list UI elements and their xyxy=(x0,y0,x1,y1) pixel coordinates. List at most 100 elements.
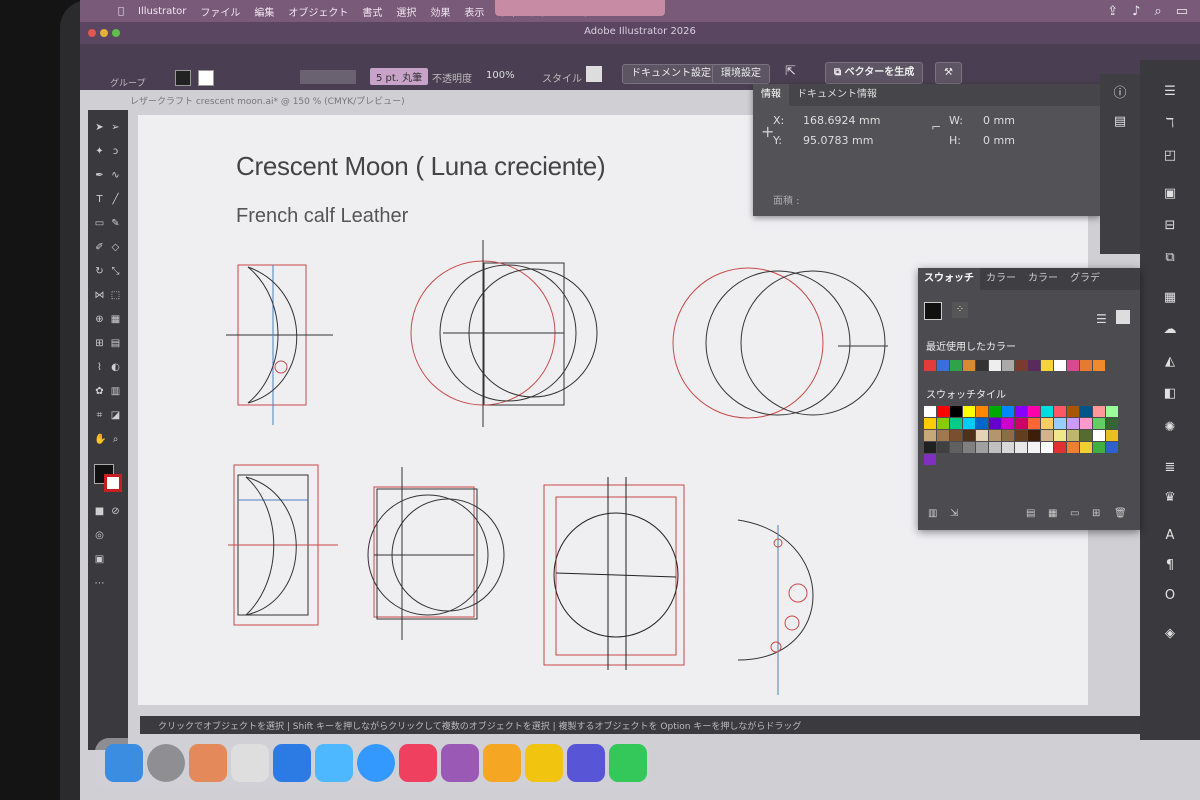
music-icon[interactable] xyxy=(399,744,437,782)
tile-swatch-53[interactable] xyxy=(1028,442,1040,453)
tile-swatch-17[interactable] xyxy=(950,418,962,429)
podcasts-icon[interactable] xyxy=(441,744,479,782)
swatches-icon[interactable]: ▦ xyxy=(1159,290,1181,306)
tile-swatch-18[interactable] xyxy=(963,418,975,429)
tile-swatch-7[interactable] xyxy=(1015,406,1027,417)
fill-stroke-indicator[interactable] xyxy=(924,302,942,320)
brushes-icon[interactable]: ☁ xyxy=(1159,322,1181,338)
tab-document-info[interactable]: ドキュメント情報 xyxy=(789,84,885,106)
pathfinder-icon[interactable]: ⧉ xyxy=(1159,250,1181,266)
recent-swatch-0[interactable] xyxy=(924,360,936,371)
direct-selection-tool-icon[interactable]: ➢ xyxy=(110,122,121,133)
tile-swatch-4[interactable] xyxy=(976,406,988,417)
tile-swatch-6[interactable] xyxy=(1002,406,1014,417)
swatch-options-icon[interactable]: ⁘ xyxy=(952,302,968,318)
recent-swatch-9[interactable] xyxy=(1041,360,1053,371)
free-transform-tool-icon[interactable]: ⬚ xyxy=(110,290,121,301)
tile-swatch-33[interactable] xyxy=(963,430,975,441)
tile-swatch-21[interactable] xyxy=(1002,418,1014,429)
tile-swatch-25[interactable] xyxy=(1054,418,1066,429)
symbol-sprayer-tool-icon[interactable]: ✿ xyxy=(94,386,105,397)
tile-swatch-13[interactable] xyxy=(1093,406,1105,417)
magic-wand-tool-icon[interactable]: ✦ xyxy=(94,146,105,157)
tile-swatch-16[interactable] xyxy=(937,418,949,429)
none-mode-icon[interactable]: ⊘ xyxy=(110,506,121,517)
tile-swatch-50[interactable] xyxy=(989,442,1001,453)
calendar-icon[interactable] xyxy=(231,744,269,782)
tile-swatch-30[interactable] xyxy=(924,430,936,441)
tile-swatch-29[interactable] xyxy=(1106,418,1118,429)
tile-swatch-2[interactable] xyxy=(950,406,962,417)
layers-icon[interactable]: ◰ xyxy=(1159,148,1181,164)
more-tools-icon[interactable]: ⋯ xyxy=(94,578,105,589)
tile-swatch-5[interactable] xyxy=(989,406,1001,417)
mesh-tool-icon[interactable]: ⊞ xyxy=(94,338,105,349)
opacity-value[interactable]: 100% xyxy=(486,70,515,81)
character-icon[interactable]: A xyxy=(1159,528,1181,544)
tab-info[interactable]: 情報 xyxy=(753,84,789,106)
tile-swatch-26[interactable] xyxy=(1067,418,1079,429)
lasso-tool-icon[interactable]: ↄ xyxy=(110,146,121,157)
preferences-button[interactable]: 環境設定 xyxy=(712,64,770,84)
tab-color-guide[interactable]: カラー xyxy=(1022,268,1064,290)
photos-icon[interactable] xyxy=(189,744,227,782)
books-icon[interactable] xyxy=(483,744,521,782)
selection-tool-icon[interactable]: ➤ xyxy=(94,122,105,133)
tile-swatch-59[interactable] xyxy=(1106,442,1118,453)
shape-builder-tool-icon[interactable]: ⊕ xyxy=(94,314,105,325)
tile-swatch-51[interactable] xyxy=(1002,442,1014,453)
grid-view-icon[interactable] xyxy=(1116,310,1130,324)
appearance-icon[interactable]: ≣ xyxy=(1159,460,1181,476)
artboards-icon[interactable]: ▣ xyxy=(1159,186,1181,202)
tile-swatch-36[interactable] xyxy=(1002,430,1014,441)
recent-swatch-7[interactable] xyxy=(1015,360,1027,371)
generate-vectors-button[interactable]: ⧉ ベクターを生成 xyxy=(825,62,924,84)
tile-swatch-14[interactable] xyxy=(1106,406,1118,417)
recent-swatch-1[interactable] xyxy=(937,360,949,371)
rectangle-tool-icon[interactable]: ▭ xyxy=(94,218,105,229)
tile-swatch-46[interactable] xyxy=(937,442,949,453)
recent-swatch-10[interactable] xyxy=(1054,360,1066,371)
window-icon[interactable]: ▭ xyxy=(1176,4,1188,19)
app-store-icon[interactable] xyxy=(273,744,311,782)
tile-swatch-55[interactable] xyxy=(1054,442,1066,453)
tile-swatch-49[interactable] xyxy=(976,442,988,453)
libraries-icon[interactable]: ◈ xyxy=(1159,626,1181,642)
tile-swatch-42[interactable] xyxy=(1080,430,1092,441)
opentype-icon[interactable]: O xyxy=(1159,588,1181,604)
stroke-color-icon[interactable] xyxy=(104,474,122,492)
tile-swatch-20[interactable] xyxy=(989,418,1001,429)
magic-wand-icon[interactable]: ⚒ xyxy=(935,62,962,84)
tile-swatch-12[interactable] xyxy=(1080,406,1092,417)
share-icon[interactable]: ⇪ xyxy=(1107,4,1118,19)
menu-edit[interactable]: 編集 xyxy=(254,4,274,19)
menu-effect[interactable]: 効果 xyxy=(430,4,450,19)
place-swatches-icon[interactable]: ⇲ xyxy=(950,508,958,519)
slice-tool-icon[interactable]: ◪ xyxy=(110,410,121,421)
launchpad-icon[interactable] xyxy=(147,744,185,782)
scale-tool-icon[interactable]: ⤡ xyxy=(110,266,121,277)
recent-colors-grid[interactable] xyxy=(924,360,1118,371)
tile-swatch-15[interactable] xyxy=(924,418,936,429)
recent-swatch-8[interactable] xyxy=(1028,360,1040,371)
gradient-tool-icon[interactable]: ▤ xyxy=(110,338,121,349)
menu-object[interactable]: オブジェクト xyxy=(288,4,348,19)
recent-swatch-12[interactable] xyxy=(1080,360,1092,371)
graphic-styles-icon[interactable]: ♛ xyxy=(1159,490,1181,506)
perspective-grid-tool-icon[interactable]: ▦ xyxy=(110,314,121,325)
tile-swatch-35[interactable] xyxy=(989,430,1001,441)
tile-swatch-1[interactable] xyxy=(937,406,949,417)
tile-swatch-11[interactable] xyxy=(1067,406,1079,417)
document-info-icon[interactable]: ▤ xyxy=(1109,114,1131,130)
shaper-tool-icon[interactable]: ✐ xyxy=(94,242,105,253)
tile-swatch-57[interactable] xyxy=(1080,442,1092,453)
type-tool-icon[interactable]: T xyxy=(94,194,105,205)
color-mode-icon[interactable]: ■ xyxy=(94,506,105,517)
recent-swatch-4[interactable] xyxy=(976,360,988,371)
tile-swatch-56[interactable] xyxy=(1067,442,1079,453)
notes-icon[interactable] xyxy=(525,744,563,782)
tile-swatch-31[interactable] xyxy=(937,430,949,441)
stroke-icon[interactable]: ◭ xyxy=(1159,354,1181,370)
tile-swatch-47[interactable] xyxy=(950,442,962,453)
list-view-icon[interactable]: ☰ xyxy=(1096,312,1107,326)
